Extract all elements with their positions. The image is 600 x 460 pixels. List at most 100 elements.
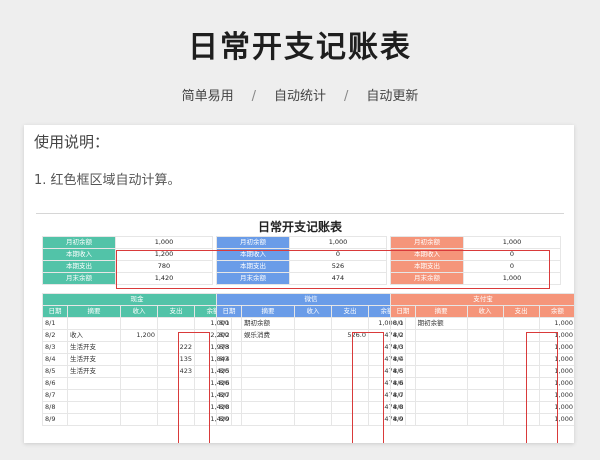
summary-label: 本期支出 (390, 260, 464, 273)
summary-label: 本期支出 (42, 260, 116, 273)
table-cell (120, 353, 158, 366)
instructions-heading: 使用说明： (34, 133, 110, 151)
table-cell (157, 317, 195, 330)
summary-value: 1,000 (115, 236, 213, 249)
table-cell (414, 341, 468, 354)
table-row: 8/6 1,420 (42, 377, 232, 390)
alipay-ledger-table: 支付宝 日期 摘要 收入 支出 余额 8/1 期初余额 1,000 8/2 1,000 8/3 1,00… (390, 293, 574, 426)
table-cell (241, 401, 295, 414)
table-row: 8/6 1,000 (390, 377, 574, 390)
ledger-section-row: 现金 (42, 293, 232, 306)
table-cell (294, 413, 332, 426)
table-cell (157, 329, 195, 342)
summary-label: 月末余额 (216, 272, 290, 285)
ledger-column-header-row: 日期 摘要 收入 支出 余额 (42, 305, 232, 318)
summary-value: 1,000 (289, 236, 387, 249)
summary-value: 1,000 (463, 236, 561, 249)
table-cell: 生活开支 (67, 341, 121, 354)
table-cell (241, 353, 295, 366)
table-cell: 8/5 (216, 365, 242, 378)
table-cell (466, 377, 504, 390)
table-cell (294, 377, 332, 390)
table-cell (502, 377, 540, 390)
summary-label: 月初余额 (216, 236, 290, 249)
table-row: 8/3 1,000 (390, 341, 574, 354)
table-cell (502, 329, 540, 342)
table-cell (466, 413, 504, 426)
table-row: 8/4 474.0 (216, 353, 406, 366)
table-cell: 135 (157, 353, 195, 366)
table-cell: 生活开支 (67, 365, 121, 378)
table-cell (414, 389, 468, 402)
summary-value: 780 (115, 260, 213, 273)
table-cell (241, 413, 295, 426)
table-cell: 8/5 (42, 365, 68, 378)
table-cell (466, 389, 504, 402)
column-header: 日期 (390, 305, 416, 318)
table-cell (120, 341, 158, 354)
table-cell (241, 365, 295, 378)
table-cell: 423 (157, 365, 195, 378)
column-header: 余额 (538, 305, 574, 318)
table-cell (157, 377, 195, 390)
tag-easy: 简单易用 (181, 89, 234, 104)
table-row: 8/3 474.0 (216, 341, 406, 354)
table-cell (120, 365, 158, 378)
table-cell: 8/1 (42, 317, 68, 330)
table-cell: 8/8 (42, 401, 68, 414)
sheet-divider (36, 213, 564, 214)
wechat-ledger-table: 微信 日期 摘要 收入 支出 余额 8/1 期初余额 1,000.0 8/2 娱乐消费 526.0 47… (216, 293, 406, 426)
table-cell (67, 401, 121, 414)
table-cell (414, 401, 468, 414)
summary-value: 0 (463, 248, 561, 261)
summary-row: 本期支出 0 (390, 260, 561, 273)
table-row: 8/7 474.0 (216, 389, 406, 402)
table-cell: 8/8 (390, 401, 416, 414)
table-cell: 8/4 (390, 353, 416, 366)
cash-summary-table: 月初余额 1,000 本期收入 1,200 本期支出 780 月末余额 1,420 (42, 236, 213, 285)
table-cell: 1,000 (538, 317, 574, 330)
summary-row: 本期支出 526 (216, 260, 387, 273)
ledger-section-header: 微信 (216, 293, 406, 306)
table-cell (120, 401, 158, 414)
table-row: 8/5 1,000 (390, 365, 574, 378)
column-header: 支出 (157, 305, 195, 318)
feature-tags: 简单易用 / 自动统计 / 自动更新 (0, 85, 600, 104)
ledger-section-row: 微信 (216, 293, 406, 306)
table-row: 8/7 1,420 (42, 389, 232, 402)
table-cell (294, 317, 332, 330)
table-cell: 8/6 (390, 377, 416, 390)
column-header: 支出 (502, 305, 540, 318)
summary-row: 月末余额 474 (216, 272, 387, 285)
table-cell: 8/5 (390, 365, 416, 378)
summary-value: 1,420 (115, 272, 213, 285)
table-row: 8/8 1,000 (390, 401, 574, 414)
table-cell (502, 353, 540, 366)
summary-row: 本期收入 0 (390, 248, 561, 261)
table-cell: 8/3 (216, 341, 242, 354)
summary-label: 本期收入 (390, 248, 464, 261)
table-cell: 8/6 (216, 377, 242, 390)
table-cell: 8/3 (390, 341, 416, 354)
ledger-column-header-row: 日期 摘要 收入 支出 余额 (216, 305, 406, 318)
table-row: 8/8 474.0 (216, 401, 406, 414)
column-header: 支出 (331, 305, 369, 318)
table-cell: 1,000 (538, 413, 574, 426)
summary-row: 月末余额 1,420 (42, 272, 213, 285)
table-cell (294, 401, 332, 414)
table-cell (157, 389, 195, 402)
table-cell: 1,000 (538, 353, 574, 366)
table-cell: 8/4 (42, 353, 68, 366)
summary-label: 月初余额 (42, 236, 116, 249)
table-cell: 8/2 (216, 329, 242, 342)
table-cell (502, 341, 540, 354)
table-cell (502, 317, 540, 330)
table-row: 8/8 1,420 (42, 401, 232, 414)
table-row: 8/4 1,000 (390, 353, 574, 366)
table-cell (331, 317, 369, 330)
table-cell: 8/2 (390, 329, 416, 342)
column-header: 收入 (294, 305, 332, 318)
table-cell: 期初余额 (414, 317, 468, 330)
table-row: 8/6 474.0 (216, 377, 406, 390)
tag-auto-stats: 自动统计 (273, 89, 326, 104)
